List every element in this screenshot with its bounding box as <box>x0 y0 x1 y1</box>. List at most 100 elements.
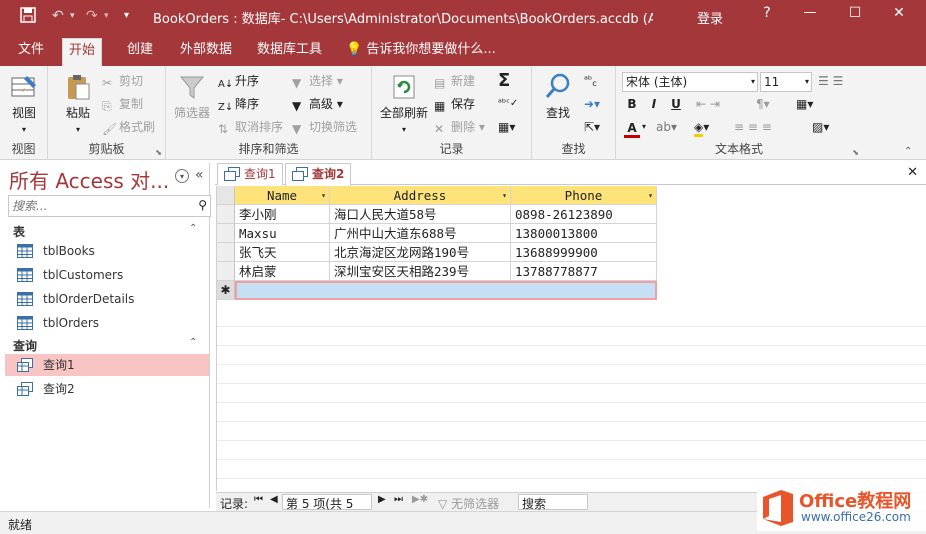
cut-button[interactable]: ✂ 剪切 <box>102 72 143 90</box>
new-record-button[interactable]: ▤ 新建 <box>434 72 475 90</box>
column-dropdown-icon[interactable]: ▾ <box>321 186 326 204</box>
font-size-select[interactable]: 11 ▾ <box>760 72 812 92</box>
new-record-selector[interactable]: ✱ <box>217 281 235 300</box>
doc-tab-query1[interactable]: 查询1 <box>217 163 283 185</box>
advanced-button[interactable]: ▼ 高级 ▾ <box>292 95 343 113</box>
column-header-address[interactable]: Address ▾ <box>330 186 511 205</box>
nav-menu-dropdown-icon[interactable]: ▾ <box>175 169 189 183</box>
cell-address[interactable]: 广州中山大道东688号 <box>330 224 511 243</box>
row-selector[interactable] <box>217 243 235 262</box>
collapse-ribbon-icon[interactable]: ⌃ <box>904 146 912 157</box>
nav-item-query2[interactable]: 查询2 <box>5 378 209 400</box>
more-records-button[interactable]: ▦▾ <box>498 118 515 136</box>
font-color-button[interactable]: A <box>624 121 640 138</box>
align-buttons[interactable]: ≡ ≡ ≡ <box>734 118 772 136</box>
cell-phone[interactable]: 13800013800 <box>511 224 657 243</box>
find-button[interactable]: 查找 <box>536 72 580 121</box>
nav-item-query1[interactable]: 查询1 <box>5 354 209 376</box>
copy-button[interactable]: ⎘ 复制 <box>102 95 143 113</box>
delete-record-button[interactable]: ✕ 删除 ▾ <box>434 118 485 136</box>
gridlines-button[interactable]: ▦▾ <box>796 95 813 113</box>
last-record-icon[interactable]: ⏭ <box>394 494 403 505</box>
refresh-all-button[interactable]: 全部刷新 ▾ <box>376 72 432 135</box>
replace-button[interactable]: ᵃᵇc <box>584 72 597 90</box>
nav-item-tblorderdetails[interactable]: tblOrderDetails <box>5 288 209 310</box>
cell-phone[interactable]: 13788778877 <box>511 262 657 281</box>
close-document-icon[interactable]: ✕ <box>907 165 918 180</box>
alt-fill-button[interactable]: ▨▾ <box>812 118 829 136</box>
column-header-phone[interactable]: Phone ▾ <box>511 186 657 205</box>
format-painter-button[interactable]: 🖌 格式刷 <box>102 118 155 136</box>
customize-qat-icon[interactable]: ▾ <box>124 7 129 25</box>
cell-name[interactable]: 林启蒙 <box>235 262 330 281</box>
totals-button[interactable]: Σ <box>498 72 510 90</box>
doc-tab-query2[interactable]: 查询2 <box>285 163 352 186</box>
toggle-filter-button[interactable]: ▼ 切换筛选 <box>292 118 357 136</box>
nav-search-input[interactable] <box>9 196 189 216</box>
prev-record-icon[interactable]: ◀ <box>270 494 278 505</box>
column-dropdown-icon[interactable]: ▾ <box>502 186 507 204</box>
column-header-name[interactable]: Name ▾ <box>235 186 330 205</box>
no-filter-indicator[interactable]: ▽ 无筛选器 <box>438 495 499 512</box>
filter-button[interactable]: 筛选器 <box>170 72 214 121</box>
cell-name[interactable]: 李小刚 <box>235 205 330 224</box>
fill-color-button[interactable]: ◈▾ <box>694 118 709 137</box>
sort-ascending-button[interactable]: A↓ 升序 <box>218 72 259 90</box>
view-button[interactable]: 视图 ▾ <box>2 72 46 135</box>
tab-external-data[interactable]: 外部数据 <box>174 38 238 66</box>
cell-phone[interactable]: 13688999900 <box>511 243 657 262</box>
save-icon[interactable] <box>20 7 36 28</box>
underline-button[interactable]: U <box>668 97 684 111</box>
selection-button[interactable]: ▼ 选择 ▾ <box>292 72 343 90</box>
first-record-icon[interactable]: ⏮ <box>254 494 263 505</box>
new-record-row[interactable] <box>235 281 657 300</box>
collapse-tables-icon[interactable]: ⌃ <box>189 223 197 234</box>
font-name-select[interactable]: 宋体 (主体) ▾ <box>622 72 758 92</box>
cell-name[interactable]: 张飞天 <box>235 243 330 262</box>
highlight-button[interactable]: ab▾ <box>656 118 677 136</box>
login-link[interactable]: 登录 <box>697 8 723 27</box>
search-icon[interactable]: ⚲ <box>198 198 207 212</box>
save-record-button[interactable]: ▦ 保存 <box>434 95 475 113</box>
maximize-button[interactable]: ☐ <box>840 5 870 21</box>
paste-button[interactable]: 粘贴 ▾ <box>56 72 100 135</box>
close-button[interactable]: ✕ <box>884 5 914 21</box>
row-selector[interactable] <box>217 205 235 224</box>
shutter-bar-icon[interactable]: « <box>195 167 204 183</box>
nav-item-tblbooks[interactable]: tblBooks <box>5 240 209 262</box>
remove-sort-button[interactable]: ⇅ 取消排序 <box>218 118 283 136</box>
redo-dropdown-icon[interactable]: ▾ <box>104 7 109 25</box>
select-button[interactable]: ⇱▾ <box>584 118 600 136</box>
dialog-launcher-icon[interactable]: ⬊ <box>155 148 162 157</box>
cell-phone[interactable]: 0898-26123890 <box>511 205 657 224</box>
tab-create[interactable]: 创建 <box>121 38 159 66</box>
spelling-button[interactable]: ᵃᵇᶜ✓ <box>498 95 518 113</box>
tell-me-box[interactable]: 💡 告诉我你想要做什么... <box>340 38 502 66</box>
undo-dropdown-icon[interactable]: ▾ <box>70 7 75 25</box>
tab-home[interactable]: 开始 <box>62 38 103 66</box>
cell-address[interactable]: 深圳宝安区天相路239号 <box>330 262 511 281</box>
help-button[interactable]: ? <box>752 5 782 21</box>
row-selector[interactable] <box>217 224 235 243</box>
list-format-button[interactable]: ☰ ☰ <box>818 72 843 90</box>
nav-item-tblorders[interactable]: tblOrders <box>5 312 209 334</box>
select-all-corner[interactable] <box>217 186 235 205</box>
cell-address[interactable]: 海口人民大道58号 <box>330 205 511 224</box>
nav-pane-title[interactable]: 所有 Access 对... <box>9 165 169 194</box>
nav-item-tblcustomers[interactable]: tblCustomers <box>5 264 209 286</box>
row-selector[interactable] <box>217 262 235 281</box>
indent-button[interactable]: ⇤ ⇥ <box>696 95 720 113</box>
record-position-input[interactable]: 第 5 项(共 5 项) <box>282 494 372 528</box>
redo-icon[interactable]: ↷ <box>86 7 98 25</box>
paragraph-button[interactable]: ¶▾ <box>756 95 770 113</box>
font-color-dropdown-icon[interactable]: ▾ <box>642 118 646 136</box>
record-search-input[interactable]: 搜索 <box>518 494 588 511</box>
nav-group-queries[interactable]: 查询 <box>13 337 37 354</box>
bold-button[interactable]: B <box>624 97 640 111</box>
cell-address[interactable]: 北京海淀区龙网路190号 <box>330 243 511 262</box>
dialog-launcher-icon[interactable]: ⬊ <box>852 148 859 157</box>
italic-button[interactable]: I <box>646 97 662 111</box>
collapse-queries-icon[interactable]: ⌃ <box>189 337 197 348</box>
sort-descending-button[interactable]: Z↓ 降序 <box>218 95 259 113</box>
cell-name[interactable]: Maxsu <box>235 224 330 243</box>
